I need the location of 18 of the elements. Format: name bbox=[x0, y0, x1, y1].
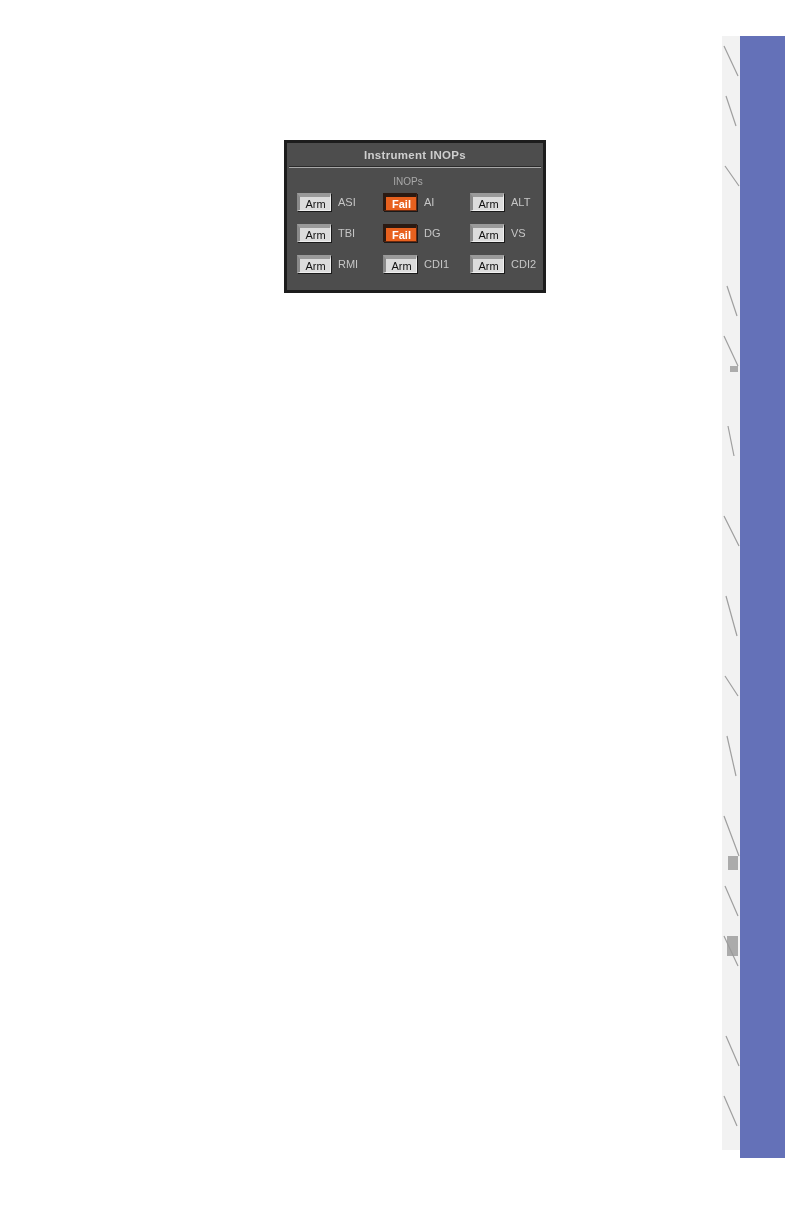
instrument-label: CDI2 bbox=[511, 258, 537, 270]
arm-button[interactable]: Arm bbox=[470, 224, 504, 242]
arm-button[interactable]: Arm bbox=[297, 255, 331, 273]
arm-button[interactable]: Arm bbox=[297, 193, 331, 211]
arm-button[interactable]: Arm bbox=[470, 193, 504, 211]
instrument-label: RMI bbox=[338, 258, 359, 270]
arm-button[interactable]: Arm bbox=[383, 255, 417, 273]
instrument-label: TBI bbox=[338, 227, 356, 239]
instrument-label: VS bbox=[511, 227, 526, 239]
arm-button[interactable]: Arm bbox=[470, 255, 504, 273]
instrument-label: ALT bbox=[511, 196, 531, 208]
section-label: INOPs bbox=[393, 176, 423, 187]
panel-title: Instrument INOPs bbox=[364, 148, 466, 161]
instrument-label: ASI bbox=[338, 196, 356, 208]
arm-button[interactable]: Arm bbox=[297, 224, 331, 242]
instrument-label: DG bbox=[424, 227, 441, 239]
instrument-label: AI bbox=[424, 196, 435, 208]
instrument-label: CDI1 bbox=[424, 258, 450, 270]
